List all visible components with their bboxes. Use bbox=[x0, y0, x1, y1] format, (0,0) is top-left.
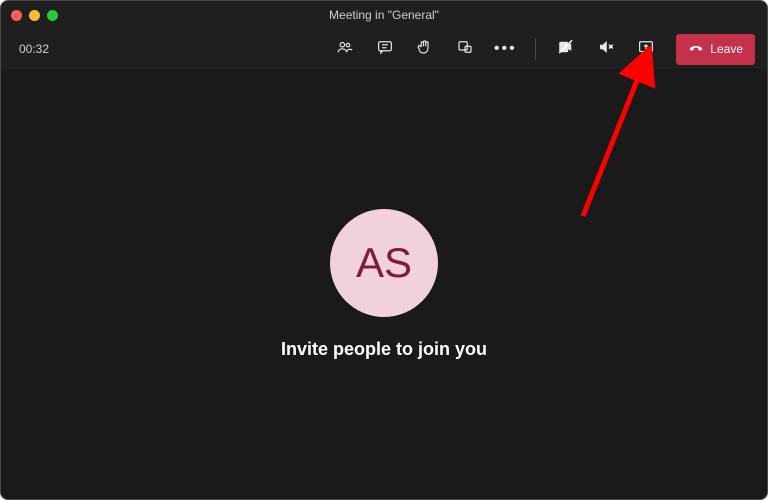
chat-icon bbox=[376, 38, 394, 61]
window-title: Meeting in "General" bbox=[1, 8, 767, 22]
meeting-stage: AS Invite people to join you bbox=[1, 69, 767, 499]
participants-button[interactable] bbox=[329, 33, 361, 65]
rooms-button[interactable] bbox=[449, 33, 481, 65]
camera-toggle-button[interactable] bbox=[550, 33, 582, 65]
breakout-rooms-icon bbox=[456, 38, 474, 61]
maximize-window-button[interactable] bbox=[47, 10, 58, 21]
window-controls bbox=[11, 10, 58, 21]
leave-button[interactable]: Leave bbox=[676, 34, 755, 65]
avatar: AS bbox=[330, 209, 438, 317]
close-window-button[interactable] bbox=[11, 10, 22, 21]
meeting-toolbar: 00:32 ••• bbox=[1, 29, 767, 69]
mic-toggle-button[interactable] bbox=[590, 33, 622, 65]
minimize-window-button[interactable] bbox=[29, 10, 40, 21]
hangup-icon bbox=[688, 40, 704, 59]
hand-icon bbox=[416, 38, 434, 61]
invite-prompt: Invite people to join you bbox=[281, 339, 487, 360]
toolbar-divider bbox=[535, 38, 536, 60]
more-actions-button[interactable]: ••• bbox=[489, 33, 521, 65]
share-screen-button[interactable] bbox=[630, 33, 662, 65]
avatar-initials: AS bbox=[356, 239, 412, 287]
titlebar: Meeting in "General" bbox=[1, 1, 767, 29]
people-icon bbox=[336, 38, 354, 61]
share-screen-icon bbox=[637, 38, 655, 61]
chat-button[interactable] bbox=[369, 33, 401, 65]
speaker-muted-icon bbox=[597, 38, 615, 61]
leave-button-label: Leave bbox=[710, 42, 743, 56]
camera-off-icon bbox=[557, 38, 575, 61]
call-timer: 00:32 bbox=[19, 42, 49, 56]
raise-hand-button[interactable] bbox=[409, 33, 441, 65]
ellipsis-icon: ••• bbox=[494, 40, 517, 58]
meeting-window: Meeting in "General" 00:32 ••• bbox=[0, 0, 768, 500]
